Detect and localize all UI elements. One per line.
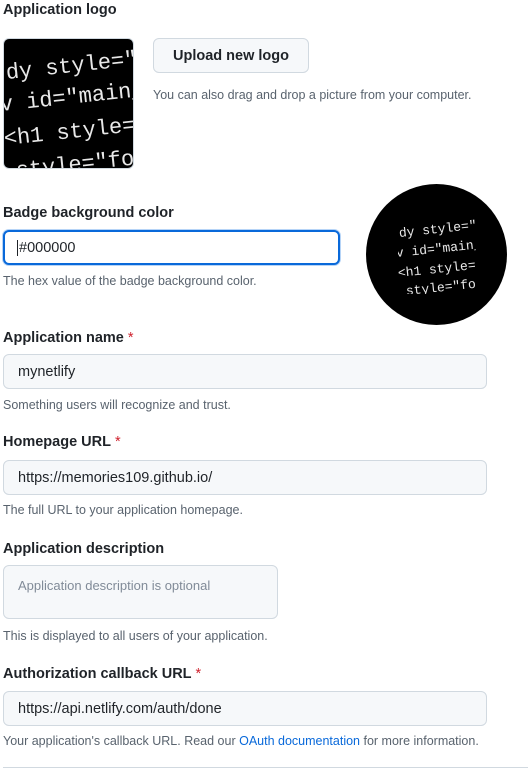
drag-drop-hint: You can also drag and drop a picture fro…	[153, 88, 472, 102]
application-name-hint: Something users will recognize and trust…	[3, 398, 231, 412]
badge-color-value: #000000	[19, 239, 76, 256]
badge-preview: dy style="margi v id="main_cont <h1 styl…	[366, 184, 507, 325]
text-caret	[17, 239, 18, 256]
callback-hint-prefix: Your application's callback URL. Read ou…	[3, 734, 240, 748]
callback-url-hint: Your application's callback URL. Read ou…	[3, 734, 479, 748]
badge-color-input[interactable]: #000000	[3, 230, 340, 265]
section-divider	[3, 767, 528, 768]
application-description-label: Application description	[3, 541, 165, 557]
application-description-textarea[interactable]	[3, 565, 278, 619]
callback-url-input[interactable]: https://api.netlify.com/auth/done	[3, 691, 487, 726]
logo-code-line: dy style="margi	[4, 40, 134, 86]
badge-code-line: dy style="margi	[398, 214, 476, 241]
application-name-value: mynetlify	[18, 363, 76, 380]
badge-color-hint: The hex value of the badge background co…	[3, 274, 257, 288]
required-asterisk: *	[114, 434, 121, 450]
application-description-hint: This is displayed to all users of your a…	[3, 629, 268, 643]
upload-new-logo-button[interactable]: Upload new logo	[153, 38, 309, 73]
homepage-url-value: https://memories109.github.io/	[18, 469, 213, 486]
application-name-label: Application name *	[3, 330, 134, 346]
homepage-url-hint: The full URL to your application homepag…	[3, 503, 243, 517]
homepage-url-label: Homepage URL *	[3, 434, 121, 450]
badge-color-label: Badge background color	[3, 205, 174, 221]
application-logo-image: dy style="margi v id="main_cont <h1 styl…	[3, 38, 134, 169]
application-name-label-text: Application name	[3, 330, 124, 346]
homepage-url-input[interactable]: https://memories109.github.io/	[3, 460, 487, 495]
application-name-input[interactable]: mynetlify	[3, 354, 487, 389]
required-asterisk: *	[195, 666, 202, 682]
callback-url-label: Authorization callback URL *	[3, 666, 201, 682]
required-asterisk: *	[127, 330, 134, 346]
callback-url-label-text: Authorization callback URL	[3, 666, 192, 682]
application-logo-label: Application logo	[3, 2, 117, 18]
callback-url-value: https://api.netlify.com/auth/done	[18, 700, 222, 717]
oauth-documentation-link[interactable]: OAuth documentation	[239, 734, 360, 748]
badge-preview-logo: dy style="margi v id="main_cont <h1 styl…	[398, 214, 476, 294]
callback-hint-suffix: for more information.	[360, 734, 479, 748]
homepage-url-label-text: Homepage URL	[3, 434, 111, 450]
